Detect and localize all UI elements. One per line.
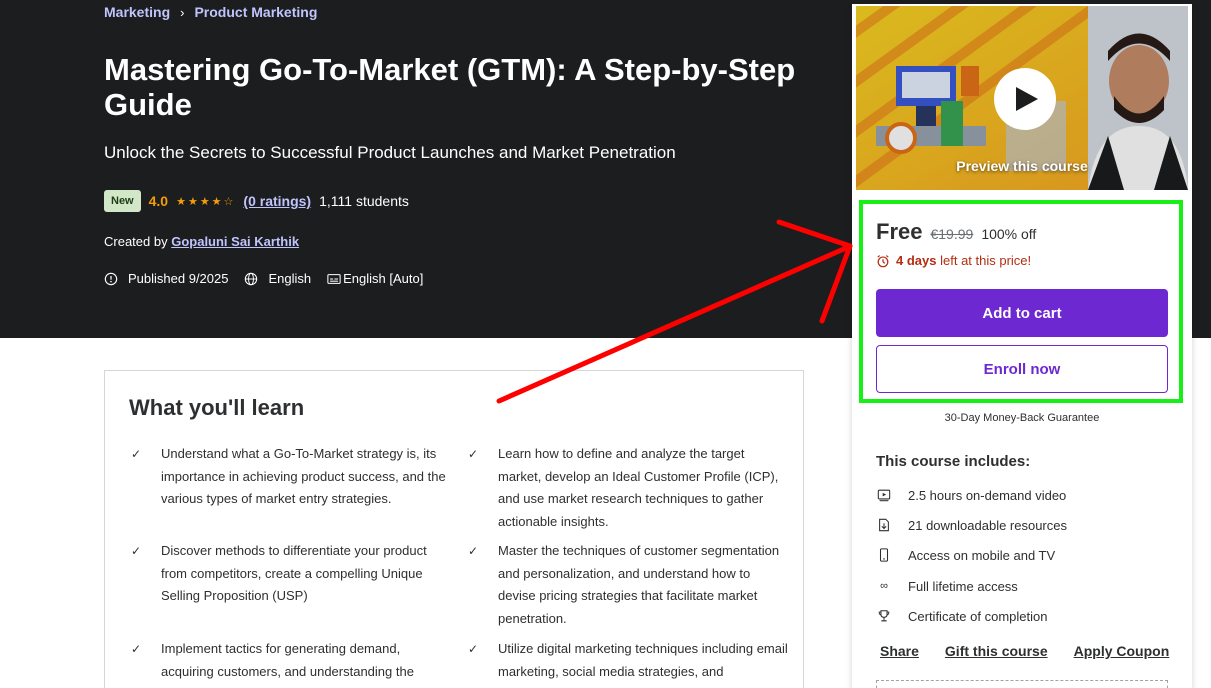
check-icon: ✓ xyxy=(131,642,142,656)
check-icon: ✓ xyxy=(468,642,479,656)
learn-item: ✓ Utilize digital marketing techniques i… xyxy=(468,638,788,683)
course-title: Mastering Go-To-Market (GTM): A Step-by-… xyxy=(104,52,796,122)
card-links: Share Gift this course Apply Coupon xyxy=(880,643,1169,659)
play-icon[interactable] xyxy=(994,68,1056,130)
star-rating-icon: ★★★★☆ xyxy=(176,195,236,208)
infinity-icon: ∞ xyxy=(880,580,888,592)
ratings-link[interactable]: (0 ratings) xyxy=(243,193,311,209)
annotation-highlight-box xyxy=(859,200,1183,403)
learn-item: ✓ Implement tactics for generating deman… xyxy=(131,638,451,683)
students-count: 1,111 students xyxy=(319,193,409,209)
learn-heading: What you'll learn xyxy=(129,395,305,420)
check-icon: ✓ xyxy=(131,544,142,558)
include-item: 21 downloadable resources xyxy=(876,517,1067,533)
captions-icon xyxy=(327,273,341,284)
breadcrumb-item-marketing[interactable]: Marketing xyxy=(104,4,170,20)
created-by-label: Created by xyxy=(104,234,168,249)
rating-value: 4.0 xyxy=(148,193,169,209)
apply-coupon-link[interactable]: Apply Coupon xyxy=(1074,643,1170,659)
breadcrumb: Marketing › Product Marketing xyxy=(104,4,317,20)
video-icon xyxy=(876,487,892,503)
trophy-icon xyxy=(876,608,892,624)
published-date: Published 9/2025 xyxy=(128,271,229,286)
course-language: English xyxy=(268,271,312,286)
course-preview-video[interactable]: Preview this course xyxy=(856,6,1188,190)
money-back-guarantee: 30-Day Money-Back Guarantee xyxy=(944,412,1100,424)
include-item: ∞ Full lifetime access xyxy=(876,578,1018,594)
include-item: Access on mobile and TV xyxy=(876,547,1055,563)
new-badge: New xyxy=(104,190,141,212)
gift-course-link[interactable]: Gift this course xyxy=(945,643,1048,659)
download-file-icon xyxy=(876,517,892,533)
breadcrumb-item-product-marketing[interactable]: Product Marketing xyxy=(194,4,317,20)
learn-item: ✓ Learn how to define and analyze the ta… xyxy=(468,443,788,533)
course-captions: English [Auto] xyxy=(343,271,424,286)
learn-item: ✓ Master the techniques of customer segm… xyxy=(468,540,788,630)
learn-item: ✓ Understand what a Go-To-Market strateg… xyxy=(131,443,451,511)
include-item: Certificate of completion xyxy=(876,608,1047,624)
alert-badge-icon xyxy=(104,272,118,285)
coupon-box xyxy=(876,680,1168,688)
author-link[interactable]: Gopaluni Sai Karthik xyxy=(171,234,299,249)
preview-label: Preview this course xyxy=(956,158,1088,174)
includes-title: This course includes: xyxy=(876,453,1031,470)
share-link[interactable]: Share xyxy=(880,643,919,659)
rating-row: New 4.0 ★★★★☆ (0 ratings) 1,111 students xyxy=(104,190,409,212)
mobile-icon xyxy=(876,547,892,563)
what-youll-learn-box: What you'll learn ✓ Understand what a Go… xyxy=(104,370,804,688)
course-meta: Published 9/2025 English English [Auto] xyxy=(104,271,423,286)
check-icon: ✓ xyxy=(131,447,142,461)
course-subtitle: Unlock the Secrets to Successful Product… xyxy=(104,143,676,162)
globe-icon xyxy=(245,272,258,285)
check-icon: ✓ xyxy=(468,544,479,558)
learn-item: ✓ Discover methods to differentiate your… xyxy=(131,540,451,608)
check-icon: ✓ xyxy=(468,447,479,461)
chevron-right-icon: › xyxy=(180,4,185,20)
include-item: 2.5 hours on-demand video xyxy=(876,487,1066,503)
created-by: Created by Gopaluni Sai Karthik xyxy=(104,234,299,249)
